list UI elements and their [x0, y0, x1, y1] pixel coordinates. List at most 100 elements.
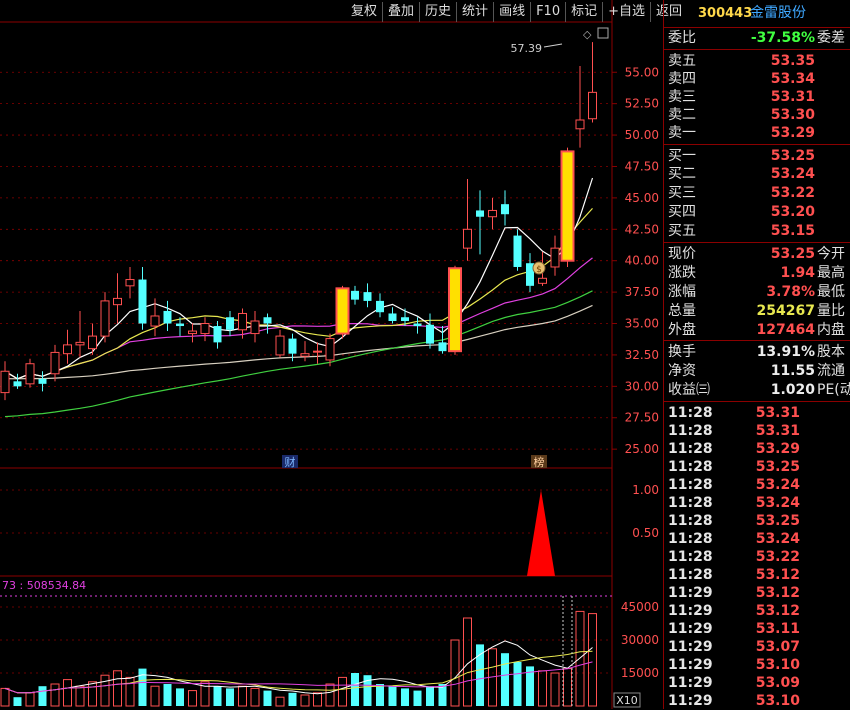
tick-price: 53.11 — [755, 621, 800, 637]
tick-price: 53.12 — [755, 603, 800, 619]
tick-time: 11:28 — [668, 405, 713, 421]
stat-label: 换手 — [668, 344, 696, 360]
candle-body — [13, 381, 22, 387]
candle-body — [376, 300, 384, 313]
tick-row: 11:28 53.24 — [664, 476, 850, 494]
sell-row-5[interactable]: 卖五 53.35 — [664, 52, 850, 70]
candle-body — [513, 235, 522, 267]
volume-bar — [275, 696, 285, 707]
volume-bar — [550, 672, 560, 707]
tick-row: 11:28 53.29 — [664, 440, 850, 458]
tick-row: 11:28 53.12 — [664, 566, 850, 584]
tick-time: 11:28 — [668, 423, 713, 439]
candle-body — [0, 370, 10, 394]
sell-row-4[interactable]: 卖四 53.34 — [664, 70, 850, 88]
toolbar-history-button[interactable]: 历史 — [419, 2, 456, 22]
tick-price: 53.31 — [755, 423, 800, 439]
volume-unit-label: X10 — [616, 694, 638, 707]
tick-time: 11:28 — [668, 441, 713, 457]
candle-body — [388, 313, 397, 322]
indicator-tick-label: 0.50 — [632, 526, 659, 540]
volume-bar — [88, 681, 97, 707]
sell-label: 卖一 — [668, 125, 696, 141]
volume-bar — [300, 694, 310, 707]
tick-price: 53.31 — [755, 405, 800, 421]
stat-label: 涨幅 — [668, 284, 696, 300]
buy-label: 买四 — [668, 204, 696, 220]
candle-body — [163, 310, 172, 324]
volume-bar — [163, 684, 172, 706]
buy-row-3[interactable]: 买三 53.22 — [664, 184, 850, 202]
volume-bar — [313, 692, 322, 707]
toolbar-draw-button[interactable]: 画线 — [493, 2, 530, 22]
stock-name[interactable]: 金雷股份 — [750, 0, 806, 27]
volume-bar — [376, 684, 384, 706]
sell-price: 53.34 — [770, 71, 815, 87]
buy-row-4[interactable]: 买四 53.20 — [664, 203, 850, 221]
price-tick-label: 35.00 — [625, 317, 659, 331]
toolbar-stats-button[interactable]: 统计 — [456, 2, 493, 22]
toolbar-fuquan-button[interactable]: 复权 — [346, 2, 382, 22]
tick-price: 53.24 — [755, 477, 800, 493]
stat-value: 254267 — [756, 303, 815, 319]
volume-bar — [75, 685, 85, 707]
buy-row-2[interactable]: 买二 53.24 — [664, 165, 850, 183]
diamond-icon: ◇ — [583, 28, 592, 41]
buy-label: 买二 — [668, 166, 696, 182]
stat-row-eps: 收益㈢ 1.020 PE(动) — [664, 381, 850, 399]
kline-chart[interactable]: 55.00 52.50 50.00 47.50 45.00 42.50 40.00 37.50… — [0, 0, 663, 709]
tick-time: 11:28 — [668, 495, 713, 511]
ma10-line — [4, 207, 593, 380]
high-price-label: 57.39 — [511, 42, 543, 55]
tick-time: 11:29 — [668, 639, 713, 655]
candle-body — [138, 279, 147, 324]
toolbar-mark-button[interactable]: 标记 — [565, 2, 602, 22]
volume-bar — [588, 613, 597, 707]
volume-bar — [250, 687, 260, 707]
sell-row-2[interactable]: 卖二 53.30 — [664, 106, 850, 124]
toolbar-add-watchlist-button[interactable]: +自选 — [602, 2, 650, 22]
volume-bar — [263, 690, 272, 706]
tick-row: 11:28 53.31 — [664, 422, 850, 440]
stat-value: 11.55 — [770, 363, 815, 379]
buy-row-1[interactable]: 买一 53.25 — [664, 147, 850, 165]
tick-time: 11:29 — [668, 657, 713, 673]
candle-body — [63, 344, 72, 355]
tick-price: 53.29 — [755, 441, 800, 457]
buy-row-5[interactable]: 买五 53.15 — [664, 222, 850, 240]
candle-body — [75, 341, 85, 346]
volume-bar — [38, 686, 47, 706]
price-tick-label: 45.00 — [625, 191, 659, 205]
sell-row-1[interactable]: 卖一 53.29 — [664, 124, 850, 142]
candle-body — [125, 279, 135, 287]
tick-time: 11:28 — [668, 459, 713, 475]
candle-body — [100, 300, 110, 337]
price-tick-label: 30.00 — [625, 379, 659, 393]
candle-body — [226, 317, 234, 330]
volume-bar — [513, 662, 522, 706]
toolbar-overlay-button[interactable]: 叠加 — [382, 2, 419, 22]
highlight-candle — [448, 267, 462, 353]
volume-bar — [238, 685, 247, 707]
tick-row: 11:28 53.25 — [664, 512, 850, 530]
candle-body — [263, 317, 272, 324]
tick-row: 11:29 53.07 — [664, 638, 850, 656]
highlight-candle — [335, 287, 350, 335]
candle-body — [150, 315, 160, 327]
marker-bang: 榜 — [534, 455, 545, 469]
tick-row: 11:29 53.10 — [664, 692, 850, 710]
volume-bar — [63, 679, 72, 707]
tick-row: 11:29 53.11 — [664, 620, 850, 638]
volume-bar — [575, 610, 585, 707]
sell-row-3[interactable]: 卖三 53.31 — [664, 88, 850, 106]
candle-body — [25, 363, 35, 385]
toolbar-f10-button[interactable]: F10 — [530, 2, 565, 22]
candle-body — [463, 228, 472, 249]
stat-value: 127464 — [756, 322, 815, 338]
candle-body — [325, 338, 335, 361]
stat-label: 净资 — [668, 363, 696, 379]
tick-time: 11:29 — [668, 621, 713, 637]
tick-time: 11:29 — [668, 603, 713, 619]
price-tick-label: 55.00 — [625, 65, 659, 79]
candle-body — [88, 335, 97, 350]
